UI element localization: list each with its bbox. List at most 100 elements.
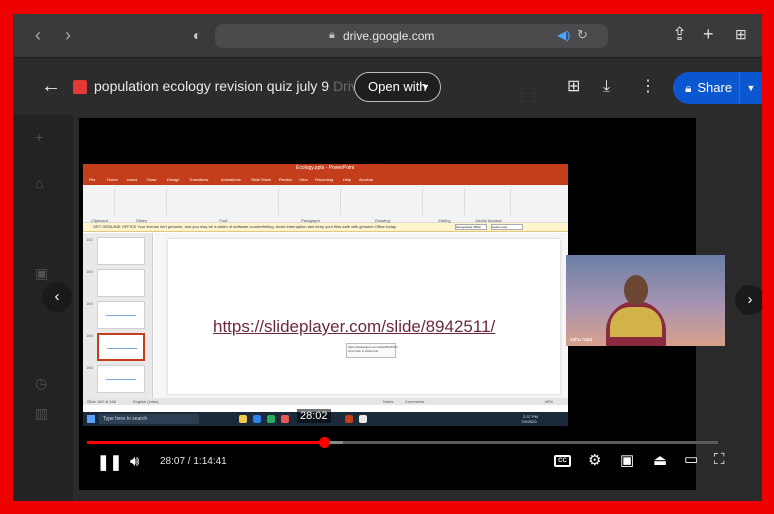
ppt-tab: File (89, 177, 96, 182)
slide-thumbnail (97, 269, 145, 297)
share-dropdown-button[interactable]: ▼ (739, 72, 762, 104)
video-frame: Ecology.pptx - PowerPoint File Home Inse… (79, 118, 725, 438)
home-icon: ⌂ (35, 175, 44, 191)
chrome-icon (267, 415, 275, 423)
ppt-tab: Draw (147, 177, 157, 182)
ppt-tab: Design (167, 177, 180, 182)
add-comment-icon[interactable]: ⊞ (567, 78, 580, 96)
seek-hover-time: 28:02 (297, 409, 331, 423)
slide-thumbnail (97, 237, 145, 265)
status-slide: Slide 165 of 188 (87, 399, 116, 404)
ppt-tab: Help (343, 177, 352, 182)
apps-grid-icon: ⋮⋮ (516, 90, 540, 104)
ppt-status-bar: Slide 165 of 188 English (India) Notes C… (83, 398, 568, 405)
powerpoint-icon (345, 415, 353, 423)
ppt-tab: Home (107, 177, 118, 182)
share-label: Share (697, 80, 733, 95)
screen: ‹ › ◐ 🔒︎ drive.google.com ◀) ↻ ⇪ + ⊞ + ⌂… (13, 14, 762, 501)
app-icon (281, 415, 289, 423)
settings-gear-icon[interactable]: ⚙ (588, 453, 601, 469)
pause-icon[interactable]: ❚❚ (97, 455, 122, 471)
browser-toolbar: ‹ › ◐ 🔒︎ drive.google.com ◀) ↻ ⇪ + ⊞ (13, 14, 762, 58)
slide-thumbnail-selected (97, 333, 145, 361)
presenter-scarf (610, 307, 662, 337)
thumb-number: 166 (86, 365, 93, 370)
volume-icon[interactable]: 🔊︎ (130, 454, 139, 470)
ppt-tab: Review (279, 177, 293, 182)
previous-file-button[interactable]: ‹ (42, 282, 72, 312)
edge-icon (253, 415, 261, 423)
ribbon-group: Font (169, 189, 279, 223)
lock-icon: 🔒︎ (329, 29, 335, 41)
red-border-frame: ‹ › ◐ 🔒︎ drive.google.com ◀) ↻ ⇪ + ⊞ + ⌂… (0, 0, 774, 514)
thumb-number: 164 (86, 301, 93, 306)
theater-mode-icon[interactable]: ▭ (684, 452, 698, 468)
open-with-label: Open with (368, 79, 427, 94)
ribbon-group: Paragraph (281, 189, 341, 223)
ppt-slide: https://slideplayer.com/slide/8942511/ h… (168, 239, 560, 394)
status-notes: Notes (383, 399, 394, 404)
ppt-license-warning: GET GENUINE OFFICE Your license isn't ge… (83, 223, 568, 232)
captions-button[interactable]: CC (554, 455, 571, 467)
more-vert-icon[interactable]: ⋮ (640, 78, 656, 96)
video-player[interactable]: Ecology.pptx - PowerPoint File Home Inse… (79, 118, 725, 490)
slides-file-icon (73, 80, 87, 94)
next-file-button[interactable]: › (735, 285, 762, 315)
thumb-number: 162 (86, 237, 93, 242)
tabs-grid-icon[interactable]: ⊞ (735, 24, 747, 44)
ppt-tab: View (299, 177, 308, 182)
presenter-head (624, 275, 648, 305)
ribbon-group: Adobe Acrobat (467, 189, 511, 223)
folder-icon: ▣ (35, 265, 49, 281)
back-arrow-icon[interactable]: ← (41, 76, 61, 96)
reload-icon[interactable]: ↻ (577, 27, 588, 43)
url-bar[interactable]: 🔒︎ drive.google.com ◀) ↻ (215, 24, 608, 48)
shield-icon[interactable]: ◐ (193, 27, 201, 43)
learn-more-button: Learn more (491, 224, 523, 230)
plus-icon[interactable]: + (703, 24, 714, 44)
ppt-tab: Slide Show (251, 177, 272, 182)
ribbon-group: Drawing (343, 189, 423, 223)
drive-preview-header: ← population ecology revision quiz july … (13, 59, 762, 115)
powerpoint-window: Ecology.pptx - PowerPoint File Home Inse… (83, 164, 568, 412)
miniplayer-icon[interactable]: ▣ (620, 453, 634, 469)
windows-start-icon (87, 415, 95, 423)
presenter-name: sahu rupa (570, 337, 593, 343)
ppt-tab-bar: File Home Insert Draw Design Transitions… (83, 176, 568, 185)
download-icon[interactable]: ⤓ (603, 78, 610, 96)
status-comments: Comments (405, 399, 425, 404)
taskbar-search: Type here to search (99, 414, 199, 424)
webcam-overlay: sahu rupa (566, 255, 725, 346)
ribbon-group: Editing (425, 189, 465, 223)
slide-hyperlink: https://slideplayer.com/slide/8942511/ (213, 317, 496, 336)
file-title: population ecology revision quiz july 9D… (94, 78, 366, 94)
clock-icon: ◷ (35, 375, 48, 391)
get-genuine-button: Get genuine Office (455, 224, 487, 230)
cast-icon[interactable]: ⏏ (653, 453, 667, 469)
lock-icon: 🔒︎ (685, 81, 692, 95)
status-language: English (India) (133, 399, 159, 404)
progress-fill (87, 441, 325, 444)
ppt-title-bar: Ecology.pptx - PowerPoint (83, 164, 568, 176)
ppt-tab: Acrobat (359, 177, 373, 182)
ppt-window-title: Ecology.pptx - PowerPoint (296, 165, 355, 171)
ppt-tab: Transitions (189, 177, 209, 182)
fullscreen-icon[interactable]: ⛶ (714, 452, 725, 468)
slide-thumbnail (97, 365, 145, 393)
plus-icon: + (35, 129, 44, 145)
caret-down-icon: ▼ (421, 82, 430, 92)
chevron-left-icon[interactable]: ‹ (35, 26, 41, 44)
app-icon (359, 415, 367, 423)
status-zoom: 68% (545, 399, 554, 404)
slide-thumbnail (97, 301, 145, 329)
open-with-button[interactable]: Open with ▼ (354, 72, 441, 102)
audio-playing-icon[interactable]: ◀) (557, 28, 570, 42)
trash-icon: ▥ (35, 405, 49, 421)
taskbar-date: 7/9/2023 (521, 419, 537, 424)
ppt-slide-area: https://slideplayer.com/slide/8942511/ h… (154, 233, 568, 398)
thumb-number: 163 (86, 269, 93, 274)
seek-bar[interactable] (87, 437, 718, 448)
ppt-tab: Animations (221, 177, 241, 182)
share-icon[interactable]: ⇪ (672, 24, 687, 44)
chevron-right-icon[interactable]: › (65, 26, 71, 44)
